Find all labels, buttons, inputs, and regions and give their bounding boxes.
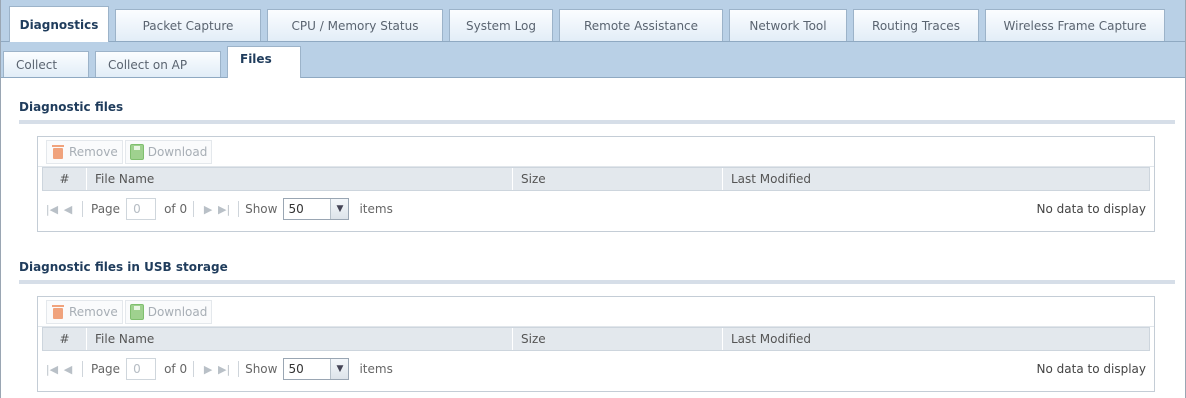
sub-tab-bar: Collect Collect on AP Files [1, 42, 1185, 78]
page-label: Page [91, 362, 121, 376]
tab-cpu-memory-status[interactable]: CPU / Memory Status [267, 9, 443, 41]
download-button[interactable]: Download [124, 299, 213, 324]
no-data-message: No data to display [1036, 202, 1146, 216]
column-header-size[interactable]: Size [513, 168, 723, 190]
trash-icon [51, 304, 65, 320]
table-header: # File Name Size Last Modified [42, 167, 1150, 191]
column-header-size[interactable]: Size [513, 328, 723, 350]
page-label: Page [91, 202, 121, 216]
column-header-last-modified[interactable]: Last Modified [723, 168, 1149, 190]
pager-divider [238, 201, 240, 217]
chevron-down-icon[interactable]: ▼ [330, 359, 349, 379]
next-page-icon[interactable]: ▶ [200, 203, 216, 216]
prev-page-icon[interactable]: ◀ [60, 363, 76, 376]
page-count-label: of 0 [164, 362, 188, 376]
items-label: items [359, 202, 393, 216]
disk-icon [129, 303, 144, 320]
download-label: Download [147, 144, 208, 159]
column-header-file-name[interactable]: File Name [87, 168, 513, 190]
pager-divider [193, 361, 195, 377]
last-page-icon[interactable]: ▶| [216, 203, 232, 216]
column-header-number[interactable]: # [43, 168, 87, 190]
items-per-page-value: 50 [288, 202, 304, 216]
items-per-page-value: 50 [288, 362, 304, 376]
column-header-last-modified[interactable]: Last Modified [723, 328, 1149, 350]
column-header-number[interactable]: # [43, 328, 87, 350]
items-per-page-select[interactable]: 50 ▼ [283, 358, 350, 380]
column-header-file-name[interactable]: File Name [87, 328, 513, 350]
pager: |◀ ◀ Page of 0 ▶ ▶| Show 50 ▼ items No d… [38, 351, 1154, 387]
tab-diagnostics[interactable]: Diagnostics [9, 6, 109, 42]
items-per-page-select[interactable]: 50 ▼ [283, 198, 350, 220]
section-title-diagnostic-files: Diagnostic files [19, 100, 1175, 124]
download-label: Download [147, 304, 208, 319]
section-title-usb-files: Diagnostic files in USB storage [19, 260, 1175, 284]
main-tab-bar: Diagnostics Packet Capture CPU / Memory … [1, 0, 1185, 42]
subtab-collect-on-ap[interactable]: Collect on AP [95, 51, 221, 77]
first-page-icon[interactable]: |◀ [44, 363, 60, 376]
pager-divider [238, 361, 240, 377]
table-header: # File Name Size Last Modified [42, 327, 1150, 351]
pager-divider [82, 201, 83, 217]
items-label: items [359, 362, 393, 376]
diagnostics-window: Diagnostics Packet Capture CPU / Memory … [0, 0, 1186, 398]
first-page-icon[interactable]: |◀ [44, 203, 60, 216]
pager-divider [193, 201, 195, 217]
no-data-message: No data to display [1036, 362, 1146, 376]
toolbar: Remove Download [38, 137, 1154, 167]
tab-system-log[interactable]: System Log [449, 9, 553, 41]
tab-remote-assistance[interactable]: Remote Assistance [559, 9, 723, 41]
toolbar: Remove Download [38, 297, 1154, 327]
page-number-input[interactable] [126, 358, 157, 380]
content-area: Diagnostic files Remove Download # File … [1, 100, 1185, 392]
last-page-icon[interactable]: ▶| [216, 363, 232, 376]
tab-wireless-frame-capture[interactable]: Wireless Frame Capture [985, 9, 1165, 41]
usb-files-panel: Remove Download # File Name Size Last Mo… [37, 296, 1155, 392]
remove-button[interactable]: Remove [46, 139, 123, 164]
page-count-label: of 0 [164, 202, 188, 216]
show-label: Show [245, 202, 278, 216]
chevron-down-icon[interactable]: ▼ [330, 199, 349, 219]
page-number-input[interactable] [126, 198, 157, 220]
remove-button[interactable]: Remove [46, 299, 123, 324]
tab-routing-traces[interactable]: Routing Traces [853, 9, 979, 41]
tab-packet-capture[interactable]: Packet Capture [115, 9, 261, 41]
subtab-collect[interactable]: Collect [3, 51, 89, 77]
subtab-files[interactable]: Files [227, 46, 301, 78]
next-page-icon[interactable]: ▶ [200, 363, 216, 376]
trash-icon [51, 144, 65, 160]
disk-icon [129, 143, 144, 160]
show-label: Show [245, 362, 278, 376]
pager-divider [82, 361, 83, 377]
prev-page-icon[interactable]: ◀ [60, 203, 76, 216]
pager: |◀ ◀ Page of 0 ▶ ▶| Show 50 ▼ items No d… [38, 191, 1154, 227]
tab-network-tool[interactable]: Network Tool [729, 9, 847, 41]
remove-label: Remove [69, 304, 118, 319]
diagnostic-files-panel: Remove Download # File Name Size Last Mo… [37, 136, 1155, 232]
remove-label: Remove [69, 144, 118, 159]
download-button[interactable]: Download [124, 139, 213, 164]
